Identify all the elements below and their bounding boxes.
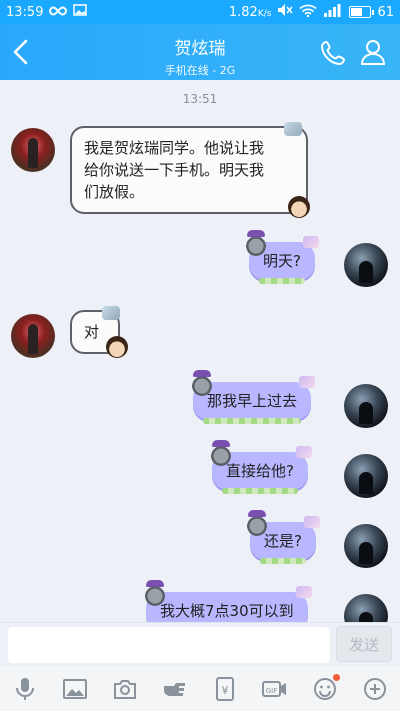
message-bubble-sent[interactable]: 直接给他?: [210, 440, 312, 494]
voice-button[interactable]: [8, 672, 42, 706]
more-button[interactable]: [358, 672, 392, 706]
status-bar: 13:59 1.82K/s 61: [0, 0, 400, 24]
bubble-decoration-icon: [303, 516, 320, 528]
message-text: 我大概7点30可以到: [160, 602, 294, 620]
red-packet-icon: ¥: [216, 676, 234, 701]
wolf-mascot-icon: [144, 580, 166, 606]
camera-icon: [114, 679, 136, 699]
red-packet-button[interactable]: ¥: [208, 672, 242, 706]
message-bubble-received[interactable]: 我是贺炫瑞同学。他说让我 给你说送一下手机。明天我 们放假。: [70, 122, 310, 218]
mute-icon: [277, 3, 294, 21]
wolf-mascot-icon: [210, 440, 232, 466]
bubble-decoration-icon: [284, 122, 302, 136]
bubble-decoration-icon: [102, 306, 120, 320]
input-toolbar: ¥ GIF: [0, 666, 400, 711]
battery-icon: [349, 6, 375, 18]
friend-avatar[interactable]: [11, 128, 55, 172]
notification-dot: [333, 673, 340, 681]
message-bubble-sent[interactable]: 那我早上过去: [191, 370, 316, 424]
phone-icon: [320, 40, 346, 66]
svg-text:GIF: GIF: [266, 687, 278, 695]
image-icon: [63, 678, 87, 699]
emoji-button[interactable]: [308, 672, 342, 706]
gif-icon: GIF: [262, 680, 286, 697]
gallery-notification-icon: [73, 4, 88, 20]
my-avatar[interactable]: [344, 524, 388, 568]
camera-button[interactable]: [108, 672, 142, 706]
poke-button[interactable]: [158, 672, 192, 706]
network-speed: 1.82K/s: [229, 5, 272, 20]
status-time: 13:59: [6, 4, 44, 20]
friend-avatar[interactable]: [11, 314, 55, 358]
chat-area[interactable]: 13:51 我是贺炫瑞同学。他说让我 给你说送一下手机。明天我 们放假。 明天?…: [0, 80, 400, 622]
person-icon: [360, 40, 386, 65]
my-avatar[interactable]: [344, 454, 388, 498]
battery-percent: 61: [377, 4, 394, 20]
bubble-decoration-icon: [295, 586, 312, 598]
message-bubble-sent[interactable]: 我大概7点30可以到: [144, 580, 312, 622]
image-button[interactable]: [58, 672, 92, 706]
message-timestamp: 13:51: [182, 92, 218, 106]
message-input-bar: 发送: [0, 622, 400, 666]
network-speed-value: 1.82: [228, 4, 258, 20]
message-text: 直接给他?: [226, 462, 294, 480]
network-speed-unit: K/s: [257, 8, 272, 19]
my-avatar[interactable]: [344, 384, 388, 428]
gif-button[interactable]: GIF: [258, 672, 292, 706]
message-text: 我是贺炫瑞同学。他说让我 给你说送一下手机。明天我 们放假。: [84, 139, 265, 201]
wolf-mascot-icon: [245, 230, 267, 256]
cartoon-boy-icon: [106, 336, 128, 358]
message-text: 还是?: [264, 532, 302, 550]
message-text: 明天?: [263, 252, 301, 270]
wolf-mascot-icon: [191, 370, 213, 396]
bubble-decoration-icon: [299, 376, 316, 388]
cartoon-boy-icon: [288, 196, 310, 218]
hand-poke-icon: [164, 682, 185, 696]
svg-text:¥: ¥: [222, 684, 229, 697]
wifi-icon: [299, 4, 317, 21]
message-text: 那我早上过去: [207, 392, 298, 410]
bubble-decoration-icon: [295, 446, 312, 458]
my-avatar[interactable]: [344, 243, 388, 287]
send-button[interactable]: 发送: [336, 626, 392, 662]
microphone-icon: [16, 677, 34, 700]
infinity-icon: [49, 5, 68, 20]
message-text: 对: [84, 323, 100, 341]
message-input[interactable]: [8, 627, 330, 663]
chat-header: 贺炫瑞 手机在线 - 2G: [0, 24, 400, 80]
plus-icon: [364, 677, 386, 700]
wolf-mascot-icon: [246, 510, 268, 536]
message-bubble-sent[interactable]: 明天?: [245, 230, 319, 284]
bubble-decoration-icon: [302, 236, 319, 248]
my-avatar[interactable]: [344, 594, 388, 622]
signal-icon: [323, 3, 343, 21]
message-bubble-sent[interactable]: 还是?: [246, 510, 320, 564]
call-button[interactable]: [318, 38, 348, 68]
profile-button[interactable]: [358, 37, 388, 67]
message-bubble-received[interactable]: 对: [70, 306, 128, 358]
